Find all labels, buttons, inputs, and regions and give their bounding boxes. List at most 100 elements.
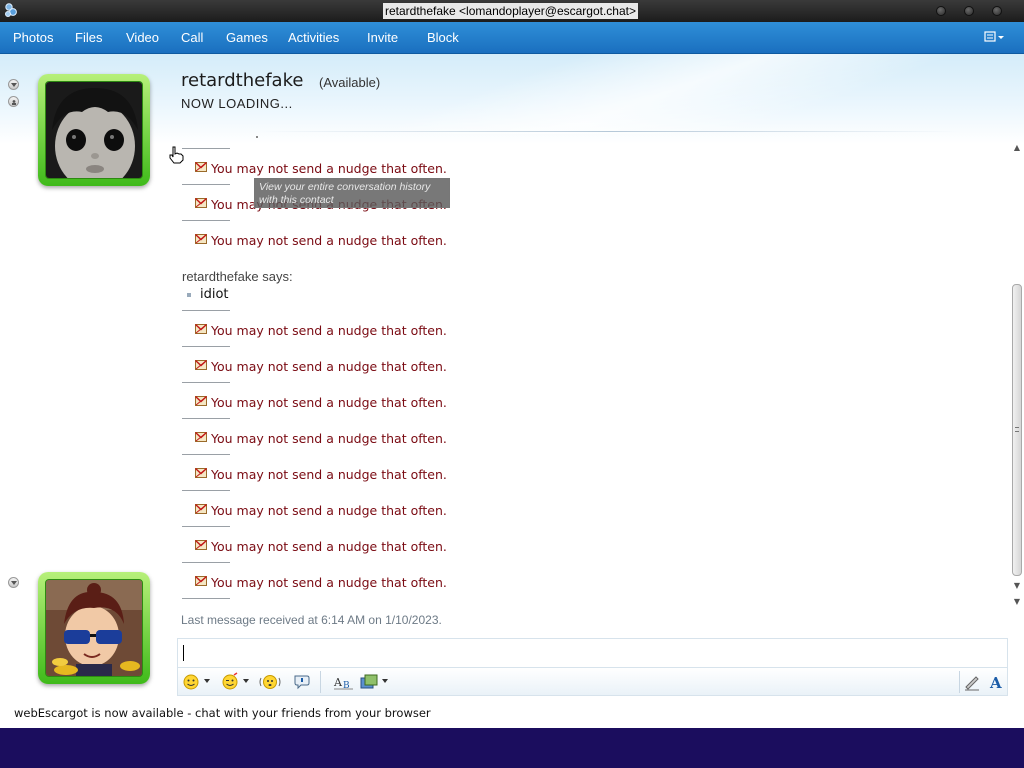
nudge-envelope-icon (195, 432, 207, 442)
nudge-entry: You may not send a nudge that often. (180, 209, 500, 248)
nudge-entry: You may not send a nudge that often. (180, 299, 500, 338)
menu-bar: Photos Files Video Call Games Activities… (0, 22, 1024, 54)
nudge-envelope-icon (195, 396, 207, 406)
nudge-envelope-icon (195, 504, 207, 514)
show-menu-icon[interactable] (984, 30, 1006, 44)
background-dropdown-icon[interactable] (382, 679, 388, 683)
voice-clip-icon[interactable] (292, 672, 312, 692)
menu-photos[interactable]: Photos (13, 30, 53, 45)
emoticon-dropdown-icon[interactable] (204, 679, 210, 683)
scroll-down-arrow-icon[interactable]: ▼ (1013, 582, 1021, 590)
svg-text:A: A (989, 674, 1002, 692)
cartoon-avatar-icon (46, 580, 142, 676)
nudge-envelope-icon (195, 234, 207, 244)
nudge-icon[interactable] (259, 672, 281, 692)
my-avatar[interactable] (38, 572, 150, 684)
message-input[interactable] (177, 638, 1008, 668)
menu-call[interactable]: Call (181, 30, 203, 45)
contact-name: retardthefake (181, 70, 304, 91)
nudge-envelope-icon (195, 540, 207, 550)
minimize-button[interactable] (936, 6, 946, 16)
scroll-up-arrow-icon[interactable]: ▲ (1013, 144, 1021, 152)
scroll-bottom-arrow-icon[interactable]: ▼ (1013, 598, 1021, 606)
header-divider (260, 131, 960, 132)
nudge-entry: You may not send a nudge that often. (180, 479, 500, 518)
nudge-envelope-icon (195, 360, 207, 370)
toolbar-separator (959, 671, 960, 693)
hand-cursor-icon (169, 146, 184, 164)
message-bullet (187, 293, 191, 297)
nudge-envelope-icon (195, 468, 207, 478)
entry-separator (182, 382, 230, 383)
nudge-envelope-icon (195, 198, 207, 208)
contact-card-button[interactable] (8, 96, 19, 107)
entry-separator (182, 310, 230, 311)
input-toolbar: AB A (177, 668, 1008, 696)
contact-status: (Available) (319, 75, 381, 90)
background-icon[interactable] (360, 672, 378, 692)
personal-message: NOW LOADING... (181, 96, 293, 111)
maximize-button[interactable] (964, 6, 974, 16)
my-avatar-image (45, 579, 143, 677)
toolbar-separator (320, 671, 321, 693)
escargot-logo-icon (5, 3, 17, 17)
contact-avatar-image (45, 81, 143, 179)
nudge-text: You may not send a nudge that often. (211, 233, 447, 248)
entry-separator (182, 598, 230, 599)
collapse-contact-button[interactable] (8, 79, 19, 90)
nudge-entry: You may not send a nudge that often. (180, 335, 500, 374)
entry-separator (182, 220, 230, 221)
nudge-envelope-icon (195, 576, 207, 586)
menu-block[interactable]: Block (427, 30, 459, 45)
sender-line: retardthefake says: (182, 269, 293, 284)
status-bar-text: webEscargot is now available - chat with… (14, 706, 431, 720)
contact-avatar[interactable] (38, 74, 150, 186)
entry-separator (182, 346, 230, 347)
nudge-entry: You may not send a nudge that often. (180, 515, 500, 554)
last-message-info: Last message received at 6:14 AM on 1/10… (181, 613, 442, 627)
menu-invite[interactable]: Invite (367, 30, 398, 45)
wink-dropdown-icon[interactable] (243, 679, 249, 683)
creepy-face-avatar-icon (46, 82, 142, 178)
menu-activities[interactable]: Activities (288, 30, 339, 45)
nudge-entry: You may not send a nudge that often. (180, 443, 500, 482)
entry-separator (182, 454, 230, 455)
font-icon[interactable]: AB (333, 672, 355, 692)
title-bar: retardthefake <lomandoplayer@escargot.ch… (0, 0, 1024, 22)
nudge-envelope-icon (195, 162, 207, 172)
scroll-grip-icon (1015, 427, 1019, 432)
menu-video[interactable]: Video (126, 30, 159, 45)
menu-files[interactable]: Files (75, 30, 102, 45)
chat-window: retardthefake <lomandoplayer@escargot.ch… (0, 0, 1024, 728)
entry-separator (182, 490, 230, 491)
history-tooltip: View your entire conversation history wi… (254, 178, 450, 208)
collapse-self-button[interactable] (8, 577, 19, 588)
handwriting-icon[interactable] (963, 672, 981, 692)
chevron-down-icon (11, 581, 17, 585)
chevron-down-icon (11, 83, 17, 87)
text-style-icon[interactable]: A (988, 672, 1004, 692)
svg-text:A: A (333, 676, 343, 689)
scroll-thumb[interactable] (1012, 284, 1022, 576)
nudge-entry: You may not send a nudge that often. (180, 371, 500, 410)
nudge-entry: You may not send a nudge that often. (180, 551, 500, 590)
status-bar: webEscargot is now available - chat with… (0, 700, 1024, 728)
entry-separator (182, 562, 230, 563)
entry-separator (182, 148, 230, 149)
person-icon (12, 100, 16, 105)
conversation-scrollbar[interactable]: ▲ ▼ ▼ (1010, 140, 1024, 608)
nudge-text: You may not send a nudge that often. (211, 575, 447, 590)
header-swirl (300, 54, 1024, 134)
nudge-envelope-icon (195, 324, 207, 334)
emoticon-icon[interactable] (182, 672, 200, 692)
wink-icon[interactable] (221, 672, 239, 692)
entry-separator (182, 184, 230, 185)
entry-separator (182, 418, 230, 419)
text-caret (183, 645, 184, 661)
desktop-taskbar (0, 728, 1024, 768)
nudge-entry: You may not send a nudge that often. (180, 407, 500, 446)
close-button[interactable] (992, 6, 1002, 16)
menu-games[interactable]: Games (226, 30, 268, 45)
window-title: retardthefake <lomandoplayer@escargot.ch… (383, 3, 638, 19)
nudge-entry: You may not send a nudge that often. (180, 137, 500, 176)
